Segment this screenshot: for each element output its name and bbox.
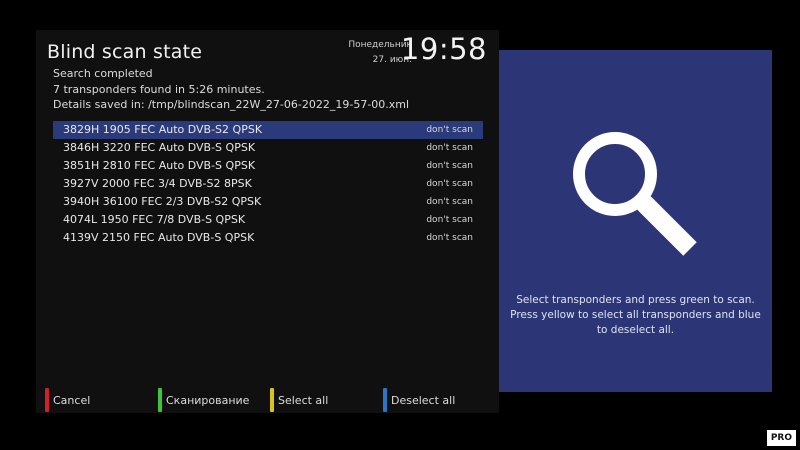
- red-key-icon: [45, 388, 49, 412]
- transponder-row[interactable]: 3927V 2000 FEC 3/4 DVB-S2 8PSK don't sca…: [53, 175, 483, 193]
- transponder-label: 3851H 2810 FEC Auto DVB-S QPSK: [63, 159, 256, 172]
- scan-status: don't scan: [426, 143, 473, 153]
- transponder-row[interactable]: 3846H 3220 FEC Auto DVB-S QPSK don't sca…: [53, 139, 483, 157]
- transponder-count: 7 transponders found in 5:26 minutes.: [53, 83, 265, 96]
- transponder-row[interactable]: 3851H 2810 FEC Auto DVB-S QPSK don't sca…: [53, 157, 483, 175]
- transponder-row[interactable]: 3829H 1905 FEC Auto DVB-S2 QPSK don't sc…: [53, 121, 483, 139]
- watermark-logo: PRO: [766, 430, 796, 446]
- transponder-row[interactable]: 4074L 1950 FEC 7/8 DVB-S QPSK don't scan: [53, 211, 483, 229]
- search-status: Search completed: [53, 67, 153, 80]
- scan-status: don't scan: [426, 233, 473, 243]
- scan-status: don't scan: [426, 179, 473, 189]
- transponder-list: 3829H 1905 FEC Auto DVB-S2 QPSK don't sc…: [53, 121, 483, 247]
- transponder-label: 4074L 1950 FEC 7/8 DVB-S QPSK: [63, 213, 246, 226]
- transponder-label: 4139V 2150 FEC Auto DVB-S QPSK: [63, 231, 255, 244]
- scan-status: don't scan: [426, 125, 473, 135]
- clock: 19:58: [400, 32, 487, 66]
- transponder-label: 3829H 1905 FEC Auto DVB-S2 QPSK: [63, 123, 263, 136]
- transponder-row[interactable]: 3940H 36100 FEC 2/3 DVB-S2 QPSK don't sc…: [53, 193, 483, 211]
- blue-key-icon: [383, 388, 387, 412]
- scan-status: don't scan: [426, 161, 473, 171]
- deselect-all-label: Deselect all: [391, 394, 456, 407]
- scan-status: don't scan: [426, 197, 473, 207]
- magnifier-icon: [573, 132, 697, 256]
- green-key-icon: [158, 388, 162, 412]
- scan-label: Сканирование: [166, 394, 250, 407]
- details-path: Details saved in: /tmp/blindscan_22W_27-…: [53, 98, 410, 111]
- page-title: Blind scan state: [47, 41, 203, 63]
- transponder-label: 3940H 36100 FEC 2/3 DVB-S2 QPSK: [63, 195, 262, 208]
- cancel-label: Cancel: [53, 394, 91, 407]
- scan-state-panel: Blind scan state Понедельник 27. июн. 19…: [36, 30, 499, 413]
- select-all-label: Select all: [278, 394, 329, 407]
- yellow-key-icon: [270, 388, 274, 412]
- help-panel: Select transponders and press green to s…: [499, 50, 772, 392]
- scan-status: don't scan: [426, 215, 473, 225]
- transponder-row[interactable]: 4139V 2150 FEC Auto DVB-S QPSK don't sca…: [53, 229, 483, 247]
- transponder-label: 3927V 2000 FEC 3/4 DVB-S2 8PSK: [63, 177, 252, 190]
- transponder-label: 3846H 3220 FEC Auto DVB-S QPSK: [63, 141, 256, 154]
- help-text: Select transponders and press green to s…: [510, 294, 761, 336]
